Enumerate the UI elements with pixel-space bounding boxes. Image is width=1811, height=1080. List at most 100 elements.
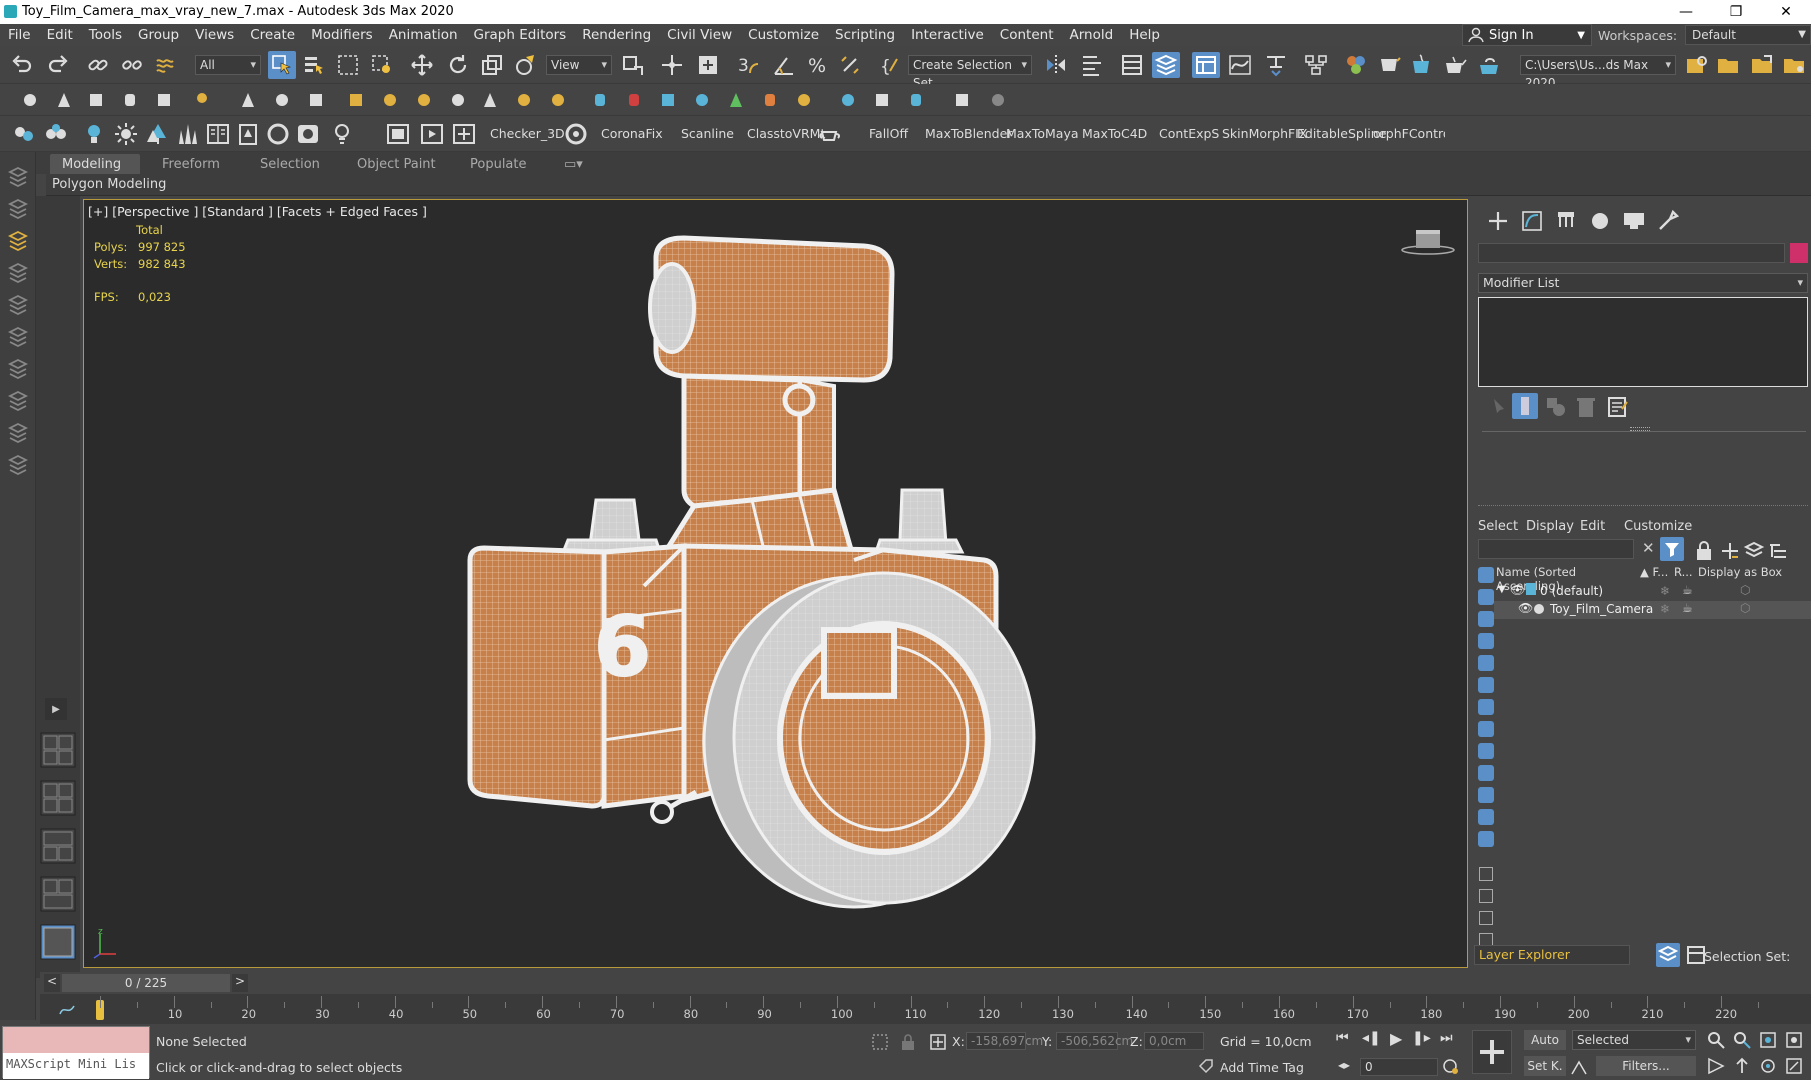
percent-snap-icon[interactable]: % xyxy=(806,53,830,77)
motion-tab-icon[interactable] xyxy=(1588,209,1612,233)
restore-button[interactable]: ❐ xyxy=(1711,0,1761,24)
helper-filter-icon[interactable] xyxy=(1478,677,1494,693)
rectangular-selection-icon[interactable] xyxy=(336,53,360,77)
link-icon[interactable] xyxy=(86,53,110,77)
object-name[interactable]: Toy_Film_Camera xyxy=(1550,602,1653,616)
maxtoblender-button[interactable]: MaxToBlender xyxy=(925,126,1012,141)
sign-in-button[interactable]: Sign In ▼ xyxy=(1462,24,1592,46)
lock-selection-icon[interactable] xyxy=(898,1032,918,1052)
auto-key-button[interactable]: Auto xyxy=(1524,1030,1566,1050)
curve-editor-icon[interactable] xyxy=(1228,53,1252,77)
visibility-eye-icon[interactable]: 👁 xyxy=(1510,583,1525,597)
snap-3d-icon[interactable]: 3 xyxy=(736,53,760,77)
freeze-icon[interactable]: ❄ xyxy=(1660,584,1670,598)
project-settings-icon[interactable] xyxy=(1684,53,1708,77)
cloner-icon[interactable] xyxy=(872,90,892,110)
collapse-arrow-icon[interactable]: ▼ xyxy=(1498,584,1506,595)
next-key-icon[interactable]: ❚▸ xyxy=(1412,1030,1431,1046)
rotate-icon[interactable] xyxy=(446,53,470,77)
column-display-as-box[interactable]: Display as Box xyxy=(1698,565,1782,583)
sun-icon[interactable] xyxy=(114,122,138,146)
workspace-select[interactable]: Default ▼ xyxy=(1685,25,1811,45)
menu-scripting[interactable]: Scripting xyxy=(827,27,903,43)
geometry-filter-icon[interactable] xyxy=(1478,589,1494,605)
maxscript-output[interactable] xyxy=(3,1027,149,1053)
expand-layout-button[interactable]: ▶ xyxy=(45,698,67,720)
utilities-tab-icon[interactable] xyxy=(1656,209,1680,233)
menu-arnold[interactable]: Arnold xyxy=(1062,27,1122,43)
tab-freeform[interactable]: Freeform xyxy=(150,154,232,174)
cap-icon[interactable] xyxy=(380,90,400,110)
plant-icon[interactable] xyxy=(726,90,746,110)
layer-explorer-button[interactable] xyxy=(1656,943,1680,967)
menu-group[interactable]: Group xyxy=(130,27,187,43)
sun-yellow-icon[interactable] xyxy=(514,90,534,110)
sphere-shape-icon[interactable] xyxy=(20,90,40,110)
checker-3d-button[interactable]: Checker_3D xyxy=(490,126,565,141)
time-tag-icon[interactable] xyxy=(1198,1058,1214,1074)
layer-manager-icon[interactable] xyxy=(1120,53,1144,77)
environment-icon[interactable] xyxy=(296,122,320,146)
reference-coord-dropdown[interactable]: View xyxy=(546,55,612,75)
resize-handle[interactable] xyxy=(1630,427,1650,431)
time-slider[interactable]: < 0 / 225 > xyxy=(40,972,1470,994)
clipboard-icon[interactable] xyxy=(236,122,260,146)
show-all-icon[interactable] xyxy=(1479,867,1493,881)
open-folder-icon[interactable] xyxy=(1750,53,1774,77)
window-crossing-icon[interactable] xyxy=(370,53,394,77)
spotlight-icon[interactable] xyxy=(238,90,258,110)
camera-model[interactable]: 6 xyxy=(84,200,1468,968)
explorer-tab-customize[interactable]: Customize xyxy=(1624,519,1692,534)
make-unique-icon[interactable] xyxy=(1544,395,1568,419)
menu-tools[interactable]: Tools xyxy=(81,27,130,43)
stack-icon[interactable] xyxy=(6,356,30,380)
add-time-tag-button[interactable]: Add Time Tag xyxy=(1220,1060,1304,1075)
schematic-view-icon[interactable] xyxy=(1304,53,1328,77)
menu-animation[interactable]: Animation xyxy=(381,27,466,43)
tree-row[interactable]: ▼ 👁 0 (default) ❄ ☕ ⬡ xyxy=(1494,583,1811,601)
menu-file[interactable]: File xyxy=(0,27,39,43)
snapshot-icon[interactable] xyxy=(952,90,972,110)
layer-name[interactable]: 0 (default) xyxy=(1540,584,1603,598)
dope-sheet-icon[interactable] xyxy=(1264,53,1288,77)
xref-filter-icon[interactable] xyxy=(1478,743,1494,759)
ribbon-options-button[interactable]: ▭▾ xyxy=(552,154,595,174)
light-filter-icon[interactable] xyxy=(1478,633,1494,649)
selection-filter-dropdown[interactable]: All xyxy=(195,55,261,75)
goto-start-icon[interactable]: ⏮ xyxy=(1336,1030,1349,1046)
set-key-button[interactable]: Set K. xyxy=(1524,1056,1566,1076)
globe-icon[interactable] xyxy=(838,90,858,110)
maxtomaya-button[interactable]: MaxToMaya xyxy=(1006,126,1079,141)
hierarchy-icon[interactable] xyxy=(1766,539,1790,563)
hidden-filter-icon[interactable] xyxy=(1478,831,1494,847)
rendered-frame-icon[interactable] xyxy=(1410,53,1434,77)
cone-shape-icon[interactable] xyxy=(54,90,74,110)
z-coordinate-field[interactable]: 0,0cm xyxy=(1144,1032,1204,1050)
maxtoc4d-button[interactable]: MaxToC4D xyxy=(1082,126,1147,141)
minimize-button[interactable]: — xyxy=(1661,0,1711,24)
move-icon[interactable] xyxy=(410,53,434,77)
hierarchy-tab-icon[interactable] xyxy=(1554,209,1578,233)
tab-modeling[interactable]: Modeling xyxy=(50,154,140,174)
menu-create[interactable]: Create xyxy=(242,27,303,43)
key-filter-dropdown[interactable]: Selected xyxy=(1572,1030,1696,1050)
contexps-button[interactable]: ContExpS xyxy=(1159,126,1219,141)
show-none-icon[interactable] xyxy=(1479,889,1493,903)
time-config-icon[interactable] xyxy=(1442,1058,1460,1076)
scene-explorer-toggle[interactable] xyxy=(1152,52,1180,78)
select-by-name-icon[interactable] xyxy=(302,53,326,77)
explorer-type-dropdown[interactable]: Layer Explorer xyxy=(1474,945,1630,965)
falloff-button[interactable]: FallOff xyxy=(869,126,908,141)
zoom-extents-icon[interactable] xyxy=(1758,1030,1778,1050)
unlink-icon[interactable] xyxy=(120,53,144,77)
bind-spacewarp-icon[interactable] xyxy=(154,53,178,77)
corona-icon[interactable] xyxy=(564,122,588,146)
menu-graph-editors[interactable]: Graph Editors xyxy=(466,27,575,43)
maxscript-listener[interactable]: MAXScript Mini Lis xyxy=(2,1026,150,1079)
align-icon[interactable] xyxy=(1080,53,1104,77)
select-object-button[interactable] xyxy=(268,51,296,79)
menu-rendering[interactable]: Rendering xyxy=(574,27,659,43)
new-layer-icon[interactable] xyxy=(1718,539,1742,563)
frame-indicator[interactable]: 0 / 225 xyxy=(62,974,230,992)
helper-icon[interactable] xyxy=(306,90,326,110)
